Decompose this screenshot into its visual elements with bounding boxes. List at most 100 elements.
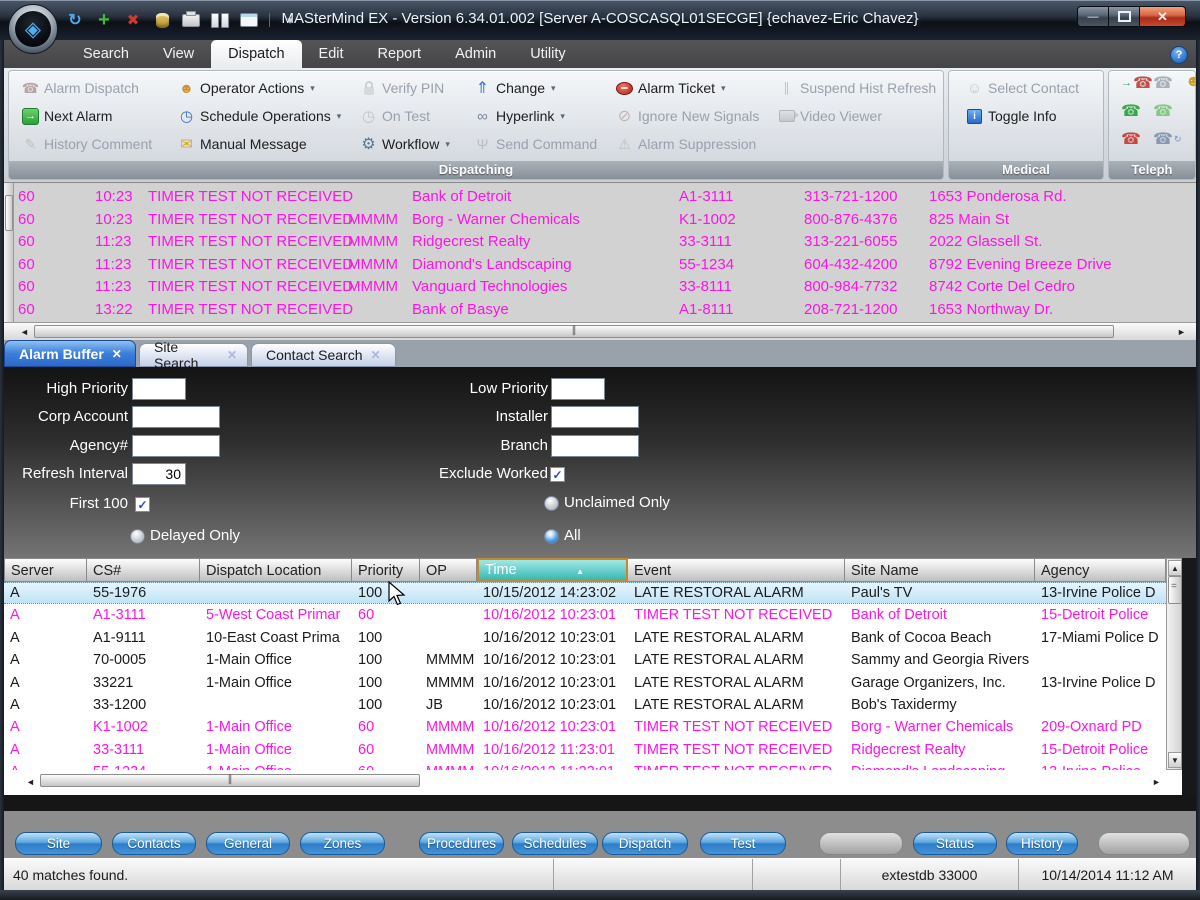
scroll-left-icon[interactable]: ◄ — [24, 775, 37, 788]
scroll-left-icon[interactable]: ◄ — [18, 325, 31, 338]
bottom-button-schedules[interactable]: Schedules — [512, 832, 598, 855]
result-row[interactable]: A55-12341-Main Office60MMMM10/16/2012 11… — [4, 761, 1166, 770]
bottom-button-history[interactable]: History — [1006, 832, 1078, 855]
low-priority-input[interactable] — [551, 378, 605, 400]
buffer-horizontal-scrollbar[interactable]: ◄ ► — [4, 322, 1196, 340]
column-header-server[interactable]: Server — [4, 558, 87, 582]
scroll-thumb[interactable] — [1168, 576, 1182, 604]
print-icon[interactable] — [182, 10, 200, 30]
close-tab-icon[interactable]: ✕ — [227, 348, 237, 362]
bottom-button-blank-12[interactable] — [1098, 832, 1190, 855]
column-header-priority[interactable]: Priority — [352, 558, 420, 582]
close-button[interactable]: ✕ — [1140, 6, 1186, 27]
ribbon-button-ignore-new-signals[interactable]: ⊘Ignore New Signals — [611, 103, 764, 129]
results-horizontal-scrollbar[interactable]: ◄ ► — [4, 772, 1182, 790]
scroll-up-icon[interactable]: ▲ — [1168, 560, 1182, 576]
result-row[interactable]: A332211-Main Office100MMMM10/16/2012 10:… — [4, 672, 1166, 694]
ribbon-button-schedule-operations[interactable]: ◷Schedule Operations▾ — [173, 103, 346, 129]
ribbon-button-manual-message[interactable]: ✉Manual Message — [173, 131, 312, 157]
result-row[interactable]: AA1-911110-East Coast Prima10010/16/2012… — [4, 627, 1166, 649]
scroll-right-icon[interactable]: ► — [1175, 325, 1188, 338]
split-view-icon[interactable] — [211, 10, 229, 30]
tab-search[interactable]: Search — [66, 40, 146, 68]
ribbon-button-send-command[interactable]: ΨSend Command — [469, 131, 602, 157]
result-row[interactable]: A70-00051-Main Office100MMMM10/16/2012 1… — [4, 649, 1166, 671]
exclude-worked-checkbox[interactable] — [550, 467, 565, 482]
ribbon-button-workflow[interactable]: ⚙Workflow▾ — [355, 131, 455, 157]
column-header-time[interactable]: Time▲ — [477, 558, 628, 582]
result-row[interactable]: A55-197610010/15/2012 14:23:02LATE RESTO… — [4, 582, 1166, 604]
maximize-button[interactable] — [1109, 6, 1140, 27]
minimize-button[interactable]: — — [1077, 6, 1109, 27]
column-header-agency[interactable]: Agency — [1035, 558, 1166, 582]
ribbon-button-hyperlink[interactable]: ∞Hyperlink▾ — [469, 103, 570, 129]
agency-number-input[interactable] — [132, 435, 220, 457]
result-row[interactable]: A33-1200100JB10/16/2012 10:23:01LATE RES… — [4, 694, 1166, 716]
column-header-cs[interactable]: CS# — [87, 558, 200, 582]
buffer-row[interactable]: 6011:23TIMER TEST NOT RECEIVEDMMMMVangua… — [4, 278, 1196, 300]
buffer-row[interactable]: 6011:23TIMER TEST NOT RECEIVEDMMMMDiamon… — [4, 256, 1196, 278]
help-icon[interactable]: ? — [1170, 46, 1188, 64]
unclaimed-only-radio[interactable] — [544, 496, 559, 511]
qat-dropdown-icon[interactable]: ▾ — [281, 10, 299, 30]
bottom-button-contacts[interactable]: Contacts — [112, 832, 196, 855]
ribbon-button-next-alarm[interactable]: →Next Alarm — [17, 103, 117, 129]
scroll-down-icon[interactable]: ▼ — [1168, 752, 1182, 768]
column-header-site-name[interactable]: Site Name — [845, 558, 1035, 582]
transfer-icon[interactable]: ☎↻ — [1153, 129, 1181, 149]
bottom-button-status[interactable]: Status — [913, 832, 997, 855]
bottom-button-site[interactable]: Site — [15, 832, 102, 855]
ribbon-button-select-contact[interactable]: ☺Select Contact — [961, 75, 1084, 101]
scroll-thumb[interactable] — [40, 774, 420, 787]
branch-input[interactable] — [551, 435, 639, 457]
delayed-only-radio[interactable] — [130, 529, 145, 544]
bottom-button-test[interactable]: Test — [700, 832, 786, 855]
installer-input[interactable] — [551, 406, 639, 428]
buffer-row[interactable]: 6011:23TIMER TEST NOT RECEIVEDMMMMRidgec… — [4, 233, 1196, 255]
close-tab-icon[interactable]: ✕ — [371, 348, 381, 362]
hold-icon[interactable]: ☎ — [1153, 73, 1173, 93]
ribbon-button-operator-actions[interactable]: ☻Operator Actions▾ — [173, 75, 320, 101]
bottom-button-general[interactable]: General — [206, 832, 290, 855]
tab-utility[interactable]: Utility — [513, 40, 582, 68]
tab-view[interactable]: View — [146, 40, 211, 68]
result-row[interactable]: A33-31111-Main Office60MMMM10/16/2012 11… — [4, 739, 1166, 761]
ribbon-button-alarm-ticket[interactable]: Alarm Ticket▾ — [611, 75, 731, 101]
buffer-row[interactable]: 6013:22TIMER TEST NOT RECEIVEDBank of Ba… — [4, 301, 1196, 323]
window-icon[interactable] — [240, 10, 258, 30]
column-header-dispatch-location[interactable]: Dispatch Location — [200, 558, 352, 582]
bottom-button-zones[interactable]: Zones — [300, 832, 385, 855]
ribbon-button-on-test[interactable]: ◷On Test — [355, 103, 435, 129]
refresh-interval-input[interactable] — [132, 463, 186, 485]
high-priority-input[interactable] — [132, 378, 186, 400]
bottom-button-blank-9[interactable] — [819, 832, 903, 855]
result-row[interactable]: AA1-31115-West Coast Primar6010/16/2012 … — [4, 604, 1166, 626]
column-header-event[interactable]: Event — [628, 558, 845, 582]
buffer-row[interactable]: 6010:23TIMER TEST NOT RECEIVEDMMMMBorg -… — [4, 211, 1196, 233]
panel-tab-site-search[interactable]: Site Search✕ — [139, 343, 248, 367]
tab-edit[interactable]: Edit — [302, 40, 361, 68]
panel-tab-alarm-buffer[interactable]: Alarm Buffer✕ — [4, 340, 136, 367]
refresh-icon[interactable]: ↻ — [66, 10, 84, 30]
delete-icon[interactable]: ✖ — [124, 10, 142, 30]
ribbon-button-alarm-dispatch[interactable]: ☎Alarm Dispatch — [17, 75, 144, 101]
bottom-button-dispatch[interactable]: Dispatch — [602, 832, 688, 855]
add-icon[interactable]: + — [95, 10, 113, 30]
answer-icon[interactable]: ☎ — [1121, 101, 1141, 121]
ribbon-button-video-viewer[interactable]: Video Viewer — [773, 103, 887, 129]
tab-report[interactable]: Report — [361, 40, 439, 68]
close-tab-icon[interactable]: ✕ — [112, 347, 122, 361]
column-header-op[interactable]: OP — [420, 558, 477, 582]
first-100-checkbox[interactable] — [135, 497, 150, 512]
dial-icon[interactable]: →☎ — [1121, 73, 1153, 93]
bottom-button-procedures[interactable]: Procedures — [419, 832, 504, 855]
buffer-row[interactable]: 6010:23TIMER TEST NOT RECEIVEDBank of De… — [4, 188, 1196, 210]
hangup-icon[interactable]: ☎ — [1121, 129, 1141, 149]
all-radio[interactable] — [544, 529, 559, 544]
ribbon-button-suspend-hist-refresh[interactable]: ∥Suspend Hist Refresh — [773, 75, 941, 101]
ribbon-button-verify-pin[interactable]: Verify PIN — [355, 75, 449, 101]
ribbon-button-alarm-suppression[interactable]: ⚠Alarm Suppression — [611, 131, 761, 157]
scroll-thumb[interactable] — [34, 325, 1114, 338]
results-vertical-scrollbar[interactable]: ▲ ▼ — [1166, 558, 1182, 770]
tab-dispatch[interactable]: Dispatch — [211, 40, 301, 68]
